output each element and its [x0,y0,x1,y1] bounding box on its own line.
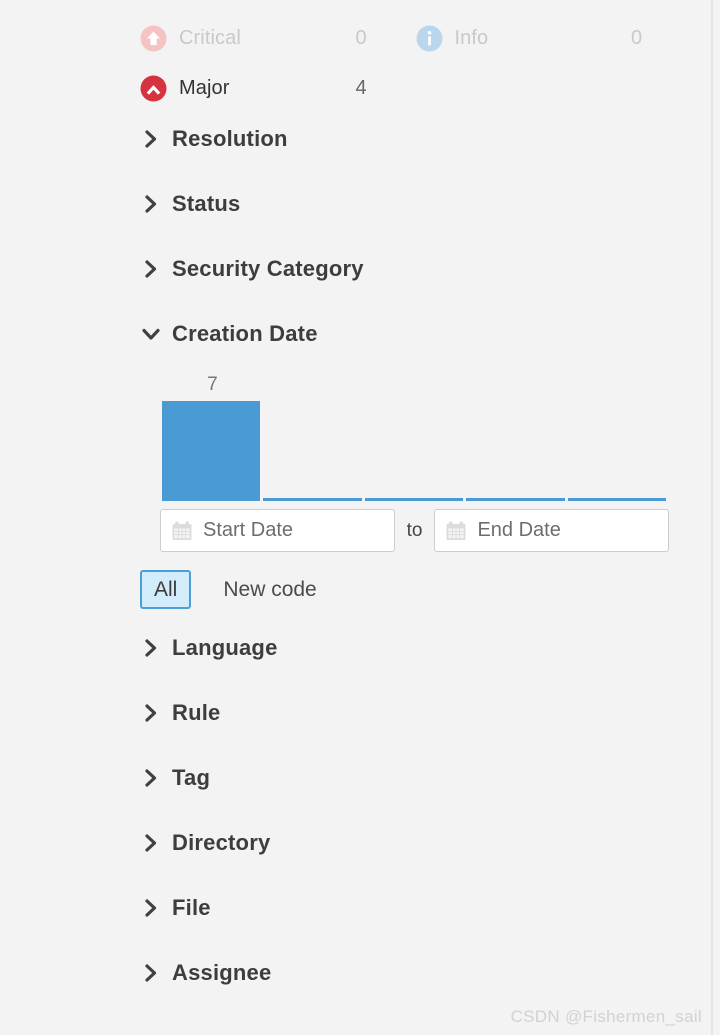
facet-header-security-category[interactable]: Security Category [140,236,691,301]
start-date-placeholder: Start Date [203,519,294,541]
facet-header-tag[interactable]: Tag [140,745,691,810]
critical-arrow-icon [140,25,167,52]
creation-date-bar-chart: 7 [162,366,667,501]
chevron-right-icon [140,702,162,724]
watermark-text: CSDN @Fishermen_sail [510,1007,702,1026]
end-date-input[interactable]: End Date [434,509,670,552]
chevron-right-icon [140,832,162,854]
facet-title: Security Category [172,255,364,281]
bar-value-label: 7 [207,374,218,395]
end-date-placeholder: End Date [477,519,561,541]
info-circle-icon [416,25,443,52]
severity-item-info[interactable]: Info 0 [416,20,692,56]
toggle-new-code-button[interactable]: New code [209,570,330,609]
severity-facet-list: Critical 0 Info 0 Major 4 [140,0,691,106]
chevron-right-icon [140,767,162,789]
bar-chart-bar[interactable] [364,498,464,501]
facet-header-directory[interactable]: Directory [140,810,691,875]
chevron-right-icon [140,962,162,984]
severity-label: Info [454,26,489,49]
bar-chart-bar[interactable] [162,401,261,501]
facet-title: Creation Date [172,320,318,346]
facet-header-assignee[interactable]: Assignee [140,940,691,1005]
chevron-right-icon [140,897,162,919]
start-date-input[interactable]: Start Date [160,509,395,552]
severity-item-critical[interactable]: Critical 0 [140,20,416,56]
facet-header-resolution[interactable]: Resolution [140,106,691,171]
severity-count: 0 [355,26,367,49]
bar-chart-bars [162,401,667,501]
chevron-right-icon [140,637,162,659]
facet-title: Assignee [172,959,272,985]
bar-chart-bar[interactable] [466,498,565,501]
date-range-separator: to [406,519,423,541]
facet-title: File [172,894,211,920]
chevron-right-icon [140,128,162,150]
facet-title: Rule [172,699,221,725]
facet-title: Directory [172,829,271,855]
toggle-all-button[interactable]: All [140,570,192,610]
severity-count: 4 [355,76,367,99]
facet-header-creation-date[interactable]: Creation Date [140,301,691,366]
facet-header-status[interactable]: Status [140,171,691,236]
calendar-icon [445,520,467,542]
severity-label: Critical [179,26,241,49]
facet-header-rule[interactable]: Rule [140,680,691,745]
chevron-down-icon [140,323,162,345]
bar-chart-bar[interactable] [263,498,362,501]
facet-title: Resolution [172,125,288,151]
chevron-right-icon [140,258,162,280]
severity-label: Major [179,76,230,99]
date-range-row: Start Date to End Date [160,509,670,552]
filter-panel-content: Critical 0 Info 0 Major 4 Resolution Sta… [140,0,691,1005]
calendar-icon [171,520,193,542]
facet-title: Tag [172,764,211,790]
facet-header-file[interactable]: File [140,875,691,940]
creation-date-panel: 7 Start Date to End Date All New code [140,366,691,615]
major-chevron-icon [140,75,167,102]
severity-item-major[interactable]: Major 4 [140,70,416,106]
facet-title: Language [172,634,278,660]
issues-filter-panel: Critical 0 Info 0 Major 4 Resolution Sta… [0,0,713,1035]
chevron-right-icon [140,193,162,215]
period-toggle-group: All New code [140,570,691,610]
bar-chart-bar[interactable] [567,498,667,501]
facet-title: Status [172,190,241,216]
severity-count: 0 [631,26,643,49]
facet-header-language[interactable]: Language [140,615,691,680]
